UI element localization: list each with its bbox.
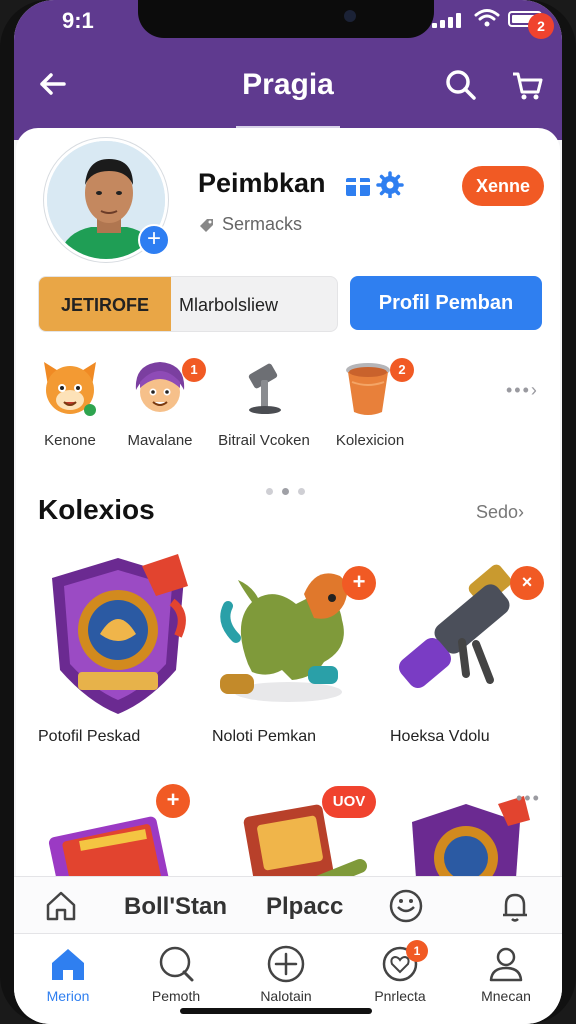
tab-label: Pemoth (151, 988, 201, 1004)
tab-label: Nalotain (260, 988, 312, 1004)
tab-favorites[interactable]: 1 Pnrlecta (350, 934, 450, 1014)
home-icon (52, 949, 84, 980)
category-badge: 2 (390, 358, 414, 382)
collection-item[interactable]: + Noloti Pemkan (212, 552, 376, 762)
quick-item-1[interactable]: Boll'Stan (124, 893, 227, 921)
top-app-bar: 9:1 Pragia 2 (14, 0, 562, 140)
purple-mascot-icon (135, 362, 185, 412)
signal-icon (432, 12, 468, 28)
collection-item[interactable]: Potofil Peskad (38, 552, 198, 762)
notch (138, 0, 434, 38)
collection-item-label: Potofil Peskad (38, 728, 141, 745)
add-item-button[interactable]: + (342, 566, 376, 600)
page-title: Pragia (242, 68, 334, 101)
quick-item-2[interactable]: Plpacc (266, 893, 343, 921)
user-icon (489, 947, 523, 982)
category-item[interactable]: Kenone (22, 356, 118, 456)
home-outline-icon[interactable] (44, 889, 78, 923)
wifi-icon (474, 9, 500, 27)
remove-item-button[interactable]: × (510, 566, 544, 600)
category-item[interactable]: Bitrail Vcoken (216, 356, 312, 456)
tab-home[interactable]: Merion (18, 934, 118, 1014)
category-badge: 1 (182, 358, 206, 382)
profile-subtitle: Sermacks (222, 214, 303, 234)
tab-search[interactable]: Pemoth (126, 934, 226, 1014)
smile-chat-icon[interactable] (386, 887, 426, 925)
tab-badge: 1 (406, 940, 428, 962)
screen: 9:1 Pragia 2 + Peimbkan Sermacks Xenne J… (14, 0, 562, 1024)
collection-item-label: Hoeksa Vdolu (390, 728, 490, 745)
profile-button[interactable]: Profil Pemban (350, 276, 542, 330)
search-icon[interactable] (444, 68, 478, 102)
profile-panel: + Peimbkan Sermacks Xenne JETIROFE Mlarb… (16, 128, 560, 876)
section-title: Kolexios (38, 494, 155, 525)
category-label: Kolexicion (335, 432, 405, 449)
tab-profile[interactable]: Mnecan (456, 934, 556, 1014)
tag-icon (200, 219, 213, 232)
tab-label: Pnrlecta (374, 988, 426, 1004)
cart-badge: 2 (528, 13, 554, 39)
collection-item[interactable]: × Hoeksa Vdolu (390, 552, 550, 762)
search-bubble-icon (159, 946, 194, 982)
stat-right: Mlarbolsliew (179, 295, 279, 315)
pager-dots (264, 488, 312, 496)
quick-bar: Boll'Stan Plpacc (14, 876, 562, 934)
category-label: Bitrail Vcoken (218, 432, 310, 449)
shield-badge-icon (52, 554, 188, 714)
stat-bar[interactable]: JETIROFE Mlarbolsliew (38, 276, 338, 332)
cart-icon[interactable] (510, 68, 544, 102)
avatar-add-button[interactable]: + (138, 224, 170, 256)
plus-circle-icon (267, 945, 305, 983)
uov-badge: UOV (322, 786, 376, 818)
add-item-button[interactable]: + (156, 784, 190, 818)
category-label: Kenone (44, 432, 96, 449)
profile-name: Peimbkan (198, 168, 326, 198)
hammer-icon (248, 363, 281, 414)
stat-left: JETIROFE (39, 277, 171, 331)
xenne-button[interactable]: Xenne (462, 166, 544, 206)
gift-gear-icon[interactable] (344, 170, 408, 198)
header: Pragia (14, 50, 562, 126)
category-item[interactable]: Kolexicion 2 (322, 356, 418, 456)
see-all-label: Sedo (476, 502, 519, 522)
tab-label: Merion (46, 988, 90, 1004)
status-bar: 9:1 (14, 0, 562, 44)
bell-icon[interactable] (498, 889, 532, 923)
category-item[interactable]: Mavalane 1 (112, 356, 208, 456)
phone-frame: 9:1 Pragia 2 + Peimbkan Sermacks Xenne J… (0, 0, 576, 1024)
status-time: 9:1 (62, 8, 94, 33)
tab-label: Mnecan (481, 988, 531, 1004)
home-indicator (180, 1008, 372, 1014)
category-label: Mavalane (127, 432, 193, 449)
collection-item-label: Noloti Pemkan (212, 728, 317, 745)
fox-mascot-icon (44, 362, 96, 416)
see-all-link[interactable]: Sedo› (476, 502, 524, 523)
tab-add[interactable]: Nalotain (236, 934, 336, 1014)
more-options-icon[interactable]: ••• (516, 788, 541, 809)
more-categories-icon[interactable]: •••› (506, 380, 539, 401)
camera (344, 10, 356, 22)
